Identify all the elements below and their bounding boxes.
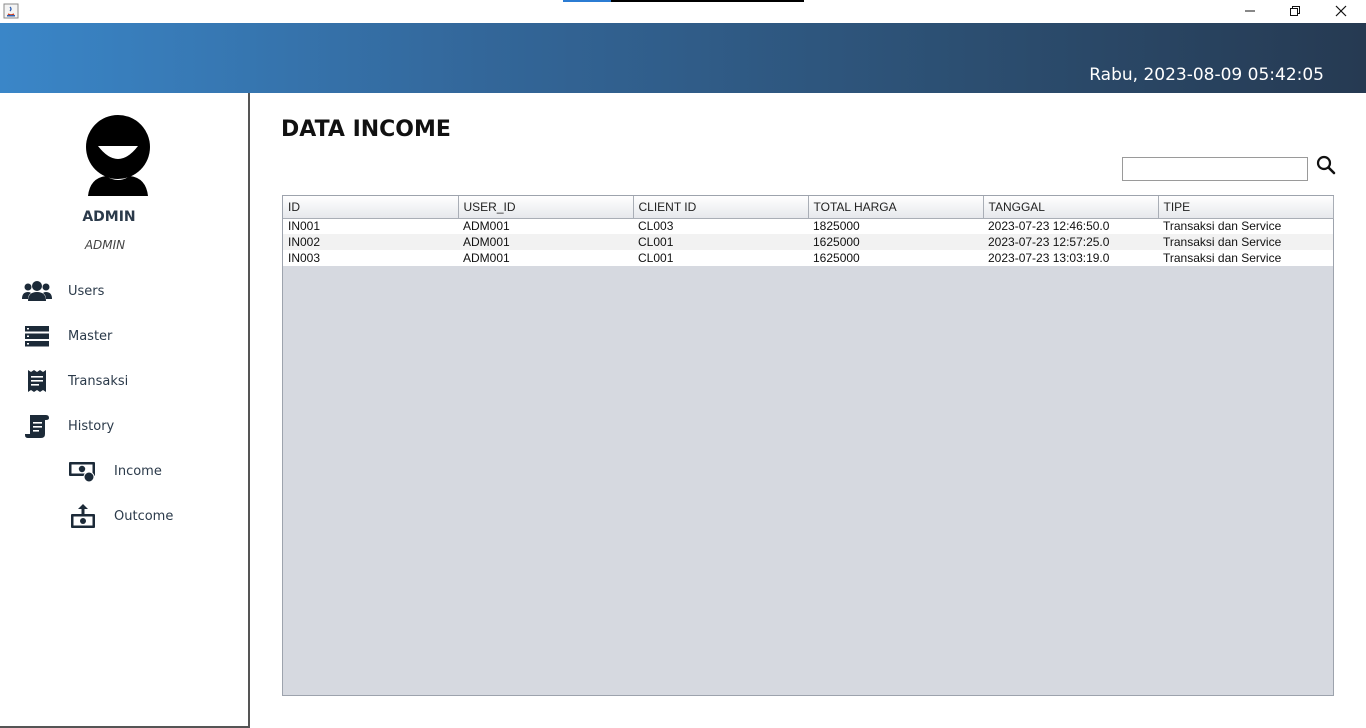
table-cell: Transaksi dan Service <box>1158 234 1333 250</box>
receipt-icon <box>22 368 52 394</box>
table-cell: 1625000 <box>808 250 983 266</box>
user-role: ADMIN <box>84 238 126 252</box>
user-name: ADMIN <box>82 209 136 225</box>
income-table: ID USER_ID CLIENT ID TOTAL HARGA TANGGAL… <box>282 195 1334 696</box>
table-cell: IN001 <box>283 218 458 234</box>
sidebar-item-label: Outcome <box>114 508 174 524</box>
money-in-icon <box>68 458 98 484</box>
table-cell: CL001 <box>633 250 808 266</box>
search-button[interactable] <box>1316 155 1336 175</box>
table-cell: CL001 <box>633 234 808 250</box>
sidebar-item-label: Users <box>68 283 105 299</box>
table-cell: 2023-07-23 12:46:50.0 <box>983 218 1158 234</box>
table-cell: CL003 <box>633 218 808 234</box>
sidebar-item-label: Master <box>68 328 113 344</box>
table-cell: 2023-07-23 13:03:19.0 <box>983 250 1158 266</box>
sidebar-item-users[interactable]: Users <box>22 276 104 306</box>
column-header-tanggal[interactable]: TANGGAL <box>983 196 1159 219</box>
sidebar-subitem-outcome[interactable]: Outcome <box>68 501 173 531</box>
server-list-icon <box>22 323 52 349</box>
table-cell: ADM001 <box>458 250 633 266</box>
user-avatar-icon <box>86 115 150 196</box>
column-header-user-id[interactable]: USER_ID <box>458 196 634 219</box>
search-icon <box>1316 155 1336 175</box>
minimize-button[interactable] <box>1227 0 1273 22</box>
title-focus-indicator <box>563 0 804 2</box>
restore-icon <box>1290 6 1300 16</box>
table-row[interactable]: IN002 ADM001 CL001 1625000 2023-07-23 12… <box>283 234 1333 250</box>
sidebar-item-label: History <box>68 418 115 434</box>
table-cell: IN003 <box>283 250 458 266</box>
scroll-icon <box>22 413 52 439</box>
close-icon <box>1335 5 1347 17</box>
sidebar: ADMIN ADMIN Users Master Transaksi Histo… <box>0 93 250 728</box>
table-header-row: ID USER_ID CLIENT ID TOTAL HARGA TANGGAL… <box>283 196 1334 219</box>
java-app-icon <box>3 3 19 19</box>
sidebar-item-label: Income <box>114 463 162 479</box>
column-header-client-id[interactable]: CLIENT ID <box>633 196 809 219</box>
table-cell: Transaksi dan Service <box>1158 250 1333 266</box>
sidebar-item-transaksi[interactable]: Transaksi <box>22 366 128 396</box>
window-titlebar <box>0 0 1366 23</box>
avatar <box>86 114 164 196</box>
restore-button[interactable] <box>1272 0 1318 22</box>
minimize-icon <box>1245 10 1255 12</box>
table-cell: ADM001 <box>458 218 633 234</box>
sidebar-item-master[interactable]: Master <box>22 321 112 351</box>
table-cell: 1625000 <box>808 234 983 250</box>
money-out-icon <box>68 503 98 529</box>
sidebar-item-history[interactable]: History <box>22 411 114 441</box>
search-input[interactable] <box>1122 157 1308 181</box>
table-row[interactable]: IN003 ADM001 CL001 1625000 2023-07-23 13… <box>283 250 1333 266</box>
header-banner: Rabu, 2023-08-09 05:42:05 <box>0 23 1366 93</box>
close-button[interactable] <box>1318 0 1364 22</box>
table-cell: 1825000 <box>808 218 983 234</box>
sidebar-subitem-income[interactable]: Income <box>68 456 162 486</box>
header-datetime: Rabu, 2023-08-09 05:42:05 <box>1089 65 1324 85</box>
table-row[interactable]: IN001 ADM001 CL003 1825000 2023-07-23 12… <box>283 218 1333 234</box>
table-cell: ADM001 <box>458 234 633 250</box>
column-header-tipe[interactable]: TIPE <box>1158 196 1334 219</box>
table-cell: Transaksi dan Service <box>1158 218 1333 234</box>
column-header-id[interactable]: ID <box>283 196 459 219</box>
table-cell: IN002 <box>283 234 458 250</box>
users-icon <box>22 278 52 304</box>
table-cell: 2023-07-23 12:57:25.0 <box>983 234 1158 250</box>
column-header-total-harga[interactable]: TOTAL HARGA <box>808 196 984 219</box>
page-title: DATA INCOME <box>281 117 451 142</box>
sidebar-item-label: Transaksi <box>68 373 129 389</box>
